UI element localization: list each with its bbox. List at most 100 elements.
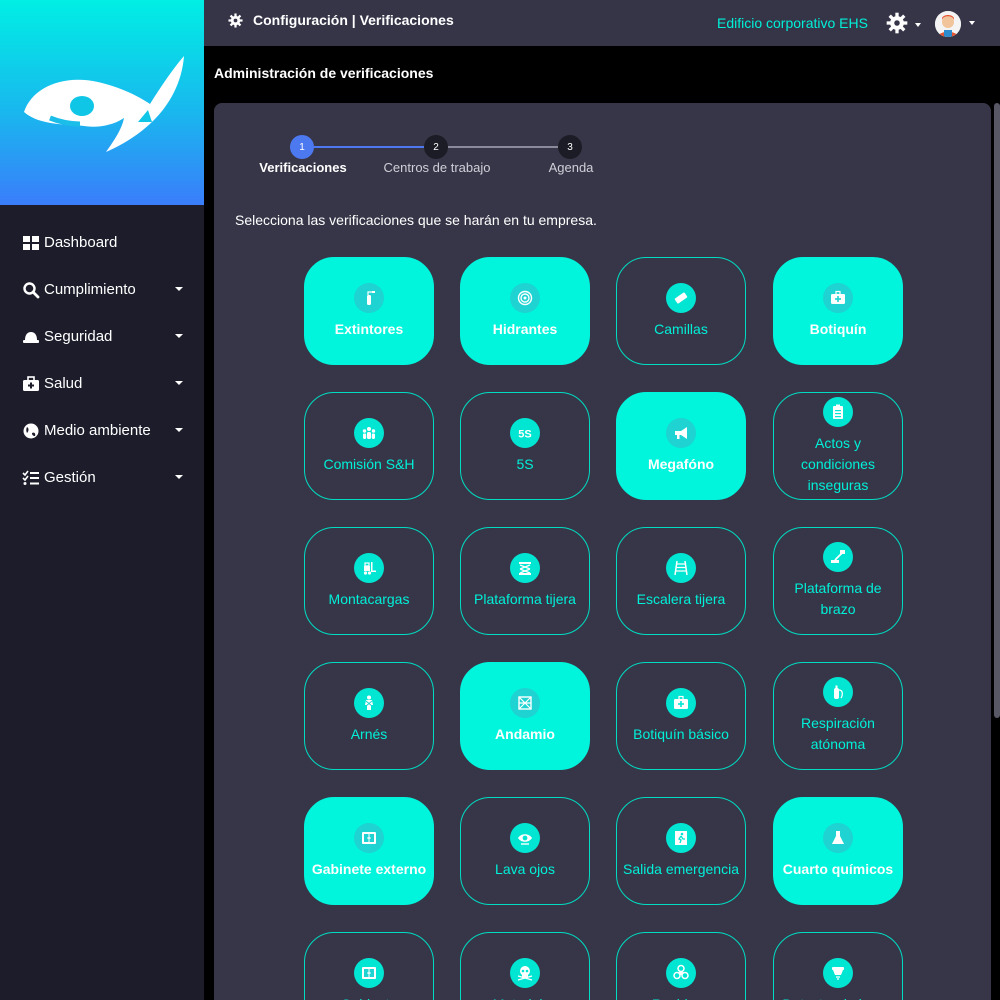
step-connector <box>314 146 424 148</box>
people-group-icon <box>354 417 384 448</box>
avatar[interactable] <box>935 11 961 37</box>
oxygen-tank-icon <box>823 677 853 707</box>
verification-card-botiquin[interactable]: Botiquín <box>773 257 903 365</box>
tasks-icon <box>22 470 39 485</box>
chevron-down-icon <box>175 475 183 479</box>
fire-extinguisher-icon <box>354 282 384 313</box>
verification-card-gabinete-externo[interactable]: Gabinete externo <box>304 797 434 905</box>
instructions-text: Selecciona las verificaciones que se har… <box>235 212 597 228</box>
verification-card-respiracion-atonoma[interactable]: Respiración atónoma <box>773 662 903 770</box>
verification-card-salida-emergencia[interactable]: Salida emergencia <box>616 797 746 905</box>
card-label: Materiales <box>493 994 558 1000</box>
card-label: Botiquín <box>809 320 867 337</box>
skull-icon <box>510 957 540 988</box>
stretcher-icon <box>666 282 696 313</box>
verification-card-5s[interactable]: 5S 5S <box>460 392 590 500</box>
sidebar-item-label: Gestión <box>44 469 96 486</box>
verification-card-actos-y-condiciones-inseguras[interactable]: Actos y condiciones inseguras <box>773 392 903 500</box>
verification-card-extintores[interactable]: Extintores <box>304 257 434 365</box>
sidebar-item-medio-ambiente[interactable]: Medio ambiente <box>0 407 204 454</box>
grid-icon <box>23 235 39 250</box>
verification-card-materiales[interactable]: Materiales <box>460 932 590 1000</box>
page-header: Administración de verificaciones <box>204 46 1000 103</box>
verification-card-detector-de-humo[interactable]: Detector de humo <box>773 932 903 1000</box>
sidebar-item-salud[interactable]: Salud <box>0 360 204 407</box>
hose-icon <box>510 282 540 313</box>
smoke-detector-icon <box>823 957 853 988</box>
globe-icon <box>23 423 39 438</box>
verification-card-andamio[interactable]: Andamio <box>460 662 590 770</box>
cabinet-icon <box>354 957 384 988</box>
eye-wash-icon <box>510 822 540 853</box>
verification-card-cuarto-quimicos[interactable]: Cuarto químicos <box>773 797 903 905</box>
verification-card-megafono[interactable]: Megafóno <box>616 392 746 500</box>
card-label: Respiración atónoma <box>801 715 875 752</box>
card-label: Megafóno <box>647 455 715 472</box>
medkit-icon <box>666 687 696 718</box>
sidebar-item-cumplimiento[interactable]: Cumplimiento <box>0 266 204 313</box>
card-label: Residuos <box>652 994 710 1000</box>
settings-gear-icon[interactable] <box>886 12 908 34</box>
sidebar-item-dashboard[interactable]: Dashboard <box>0 219 204 266</box>
chevron-down-icon[interactable] <box>915 23 921 27</box>
card-label: Extintores <box>334 320 404 337</box>
card-label: Botiquín básico <box>633 725 729 742</box>
step-3-indicator[interactable]: 3 <box>558 135 582 159</box>
step-1-label: Verificaciones <box>259 160 347 175</box>
user-avatar-icon <box>935 11 961 37</box>
card-label: 5S <box>516 455 534 472</box>
verification-card-arnes[interactable]: Arnés <box>304 662 434 770</box>
verification-card-comision-s-h[interactable]: Comisión S&H <box>304 392 434 500</box>
step-3-label: Agenda <box>548 160 594 175</box>
step-2-label: Centros de trabajo <box>383 160 491 175</box>
verification-card-gabinete[interactable]: Gabinete <box>304 932 434 1000</box>
ladder-icon <box>666 552 696 583</box>
gear-icon <box>228 12 243 28</box>
step-1-indicator[interactable]: 1 <box>290 135 314 159</box>
page-title: Administración de verificaciones <box>214 65 434 81</box>
sidebar-item-gestion[interactable]: Gestión <box>0 454 204 501</box>
chevron-down-icon[interactable] <box>969 21 975 25</box>
step-2-indicator[interactable]: 2 <box>424 135 448 159</box>
scissor-lift-icon <box>510 552 540 583</box>
cabinet-icon <box>354 822 384 853</box>
sidebar-item-label: Medio ambiente <box>44 422 151 439</box>
company-selector[interactable]: Edificio corporativo EHS <box>717 15 868 31</box>
card-label: Plataforma tijera <box>474 590 576 607</box>
top-bar: Configuración | Verificaciones Edificio … <box>204 0 1000 46</box>
svg-text:5S: 5S <box>518 428 531 440</box>
breadcrumb-text: Configuración | Verificaciones <box>253 12 454 28</box>
card-label: Escalera tijera <box>636 590 726 607</box>
card-label: Actos y condiciones inseguras <box>801 434 875 493</box>
chevron-down-icon <box>175 334 183 338</box>
forklift-icon <box>354 552 384 583</box>
verification-card-plataforma-de-brazo[interactable]: Plataforma de brazo <box>773 527 903 635</box>
scrollbar[interactable] <box>994 103 1000 718</box>
step-connector <box>448 146 558 148</box>
logo[interactable] <box>0 0 204 205</box>
verification-card-plataforma-tijera[interactable]: Plataforma tijera <box>460 527 590 635</box>
verification-card-lava-ojos[interactable]: Lava ojos <box>460 797 590 905</box>
5s-icon: 5S <box>510 417 540 448</box>
verification-card-residuos[interactable]: Residuos <box>616 932 746 1000</box>
chevron-down-icon <box>175 287 183 291</box>
verification-card-camillas[interactable]: Camillas <box>616 257 746 365</box>
verification-card-escalera-tijera[interactable]: Escalera tijera <box>616 527 746 635</box>
megaphone-icon <box>666 417 696 448</box>
sidebar-item-seguridad[interactable]: Seguridad <box>0 313 204 360</box>
card-label: Cuarto químicos <box>782 860 894 877</box>
clipboard-list-icon <box>823 396 853 427</box>
card-label: Salida emergencia <box>623 860 739 877</box>
verification-card-hidrantes[interactable]: Hidrantes <box>460 257 590 365</box>
card-label: Andamio <box>495 725 555 742</box>
scaffold-icon <box>510 687 540 718</box>
boom-lift-icon <box>823 542 853 572</box>
verification-card-montacargas[interactable]: Montacargas <box>304 527 434 635</box>
sidebar-item-label: Cumplimiento <box>44 281 136 298</box>
verification-card-botiquin-basico[interactable]: Botiquín básico <box>616 662 746 770</box>
sidebar-item-label: Dashboard <box>44 234 118 251</box>
turtle-logo-icon <box>24 56 184 152</box>
sidebar-item-label: Salud <box>44 375 83 392</box>
sidebar-nav: Dashboard Cumplimiento Seguridad Salud M… <box>0 219 204 501</box>
sidebar-item-label: Seguridad <box>44 328 113 345</box>
